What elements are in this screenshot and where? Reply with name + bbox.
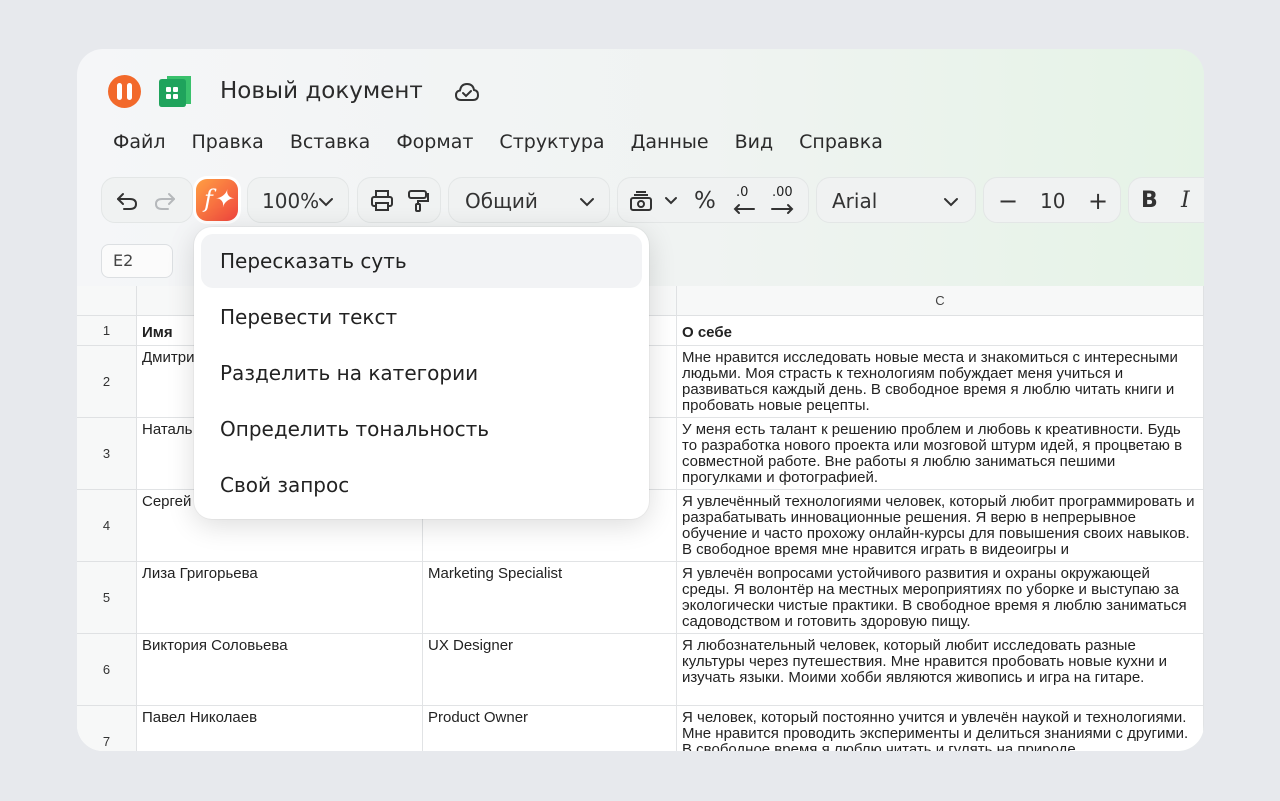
table-cell[interactable]: Павел Николаев (137, 706, 423, 751)
column-header-c[interactable]: C (677, 286, 1204, 316)
table-cell[interactable]: Я увлечён вопросами устойчивого развития… (677, 562, 1204, 634)
menu-structure[interactable]: Структура (499, 127, 604, 157)
menu-insert[interactable]: Вставка (290, 127, 371, 157)
font-size-decrease-button[interactable]: − (998, 178, 1018, 224)
font-size-value[interactable]: 10 (1040, 178, 1065, 224)
zoom-select[interactable]: 100% (247, 177, 349, 223)
menu-view[interactable]: Вид (735, 127, 774, 157)
increase-decimals-button[interactable]: .00 (770, 183, 800, 219)
row-header[interactable]: 7 (77, 706, 137, 751)
table-cell[interactable]: Я любознательный человек, который любит … (677, 634, 1204, 706)
number-tools-group: % .0 .00 (617, 177, 809, 223)
print-paint-group (357, 177, 441, 223)
menu-item-sentiment[interactable]: Определить тональность (201, 402, 642, 456)
undo-icon[interactable] (116, 191, 138, 211)
table-cell[interactable]: Product Owner (423, 706, 677, 751)
row-header[interactable]: 4 (77, 490, 137, 562)
chevron-down-icon[interactable] (664, 196, 678, 206)
ai-actions-menu: Пересказать суть Перевести текст Раздели… (194, 227, 649, 519)
menu-edit[interactable]: Правка (192, 127, 264, 157)
text-style-group: B I (1128, 177, 1204, 223)
chevron-down-icon (944, 198, 958, 207)
redo-icon[interactable] (154, 191, 176, 211)
row-header[interactable]: 3 (77, 418, 137, 490)
font-size-increase-button[interactable]: + (1088, 178, 1108, 224)
font-family-value: Arial (832, 189, 878, 213)
table-cell[interactable]: Лиза Григорьева (137, 562, 423, 634)
menu-item-custom-prompt[interactable]: Свой запрос (201, 458, 642, 512)
menu-file[interactable]: Файл (113, 127, 166, 157)
ai-sparkle-icon: f✦ (204, 185, 233, 213)
select-all-corner[interactable] (77, 286, 137, 316)
table-cell[interactable]: У меня есть талант к решению проблем и л… (677, 418, 1204, 490)
document-title[interactable]: Новый документ (220, 75, 423, 107)
paint-format-icon[interactable] (406, 189, 430, 213)
zoom-value: 100% (262, 189, 320, 213)
percent-button[interactable]: % (694, 178, 716, 224)
print-icon[interactable] (370, 189, 394, 213)
menu-item-summarize[interactable]: Пересказать суть (201, 234, 642, 288)
cell-reference-box[interactable]: E2 (101, 244, 173, 278)
menu-bar: Файл Правка Вставка Формат Структура Дан… (113, 127, 909, 157)
row-header[interactable]: 5 (77, 562, 137, 634)
currency-icon[interactable] (628, 189, 654, 213)
row-header[interactable]: 6 (77, 634, 137, 706)
italic-button[interactable]: I (1181, 178, 1190, 224)
table-cell[interactable]: Мне нравится исследовать новые места и з… (677, 346, 1204, 418)
arrow-left-icon (733, 204, 755, 214)
cloud-saved-icon[interactable] (454, 81, 480, 103)
ai-assistant-button[interactable]: f✦ (196, 179, 238, 221)
arrow-right-icon (771, 204, 794, 214)
menu-item-categorize[interactable]: Разделить на категории (201, 346, 642, 400)
yandex-logo-icon[interactable] (108, 75, 141, 108)
table-cell[interactable]: Я человек, который постоянно учится и ув… (677, 706, 1204, 751)
undo-redo-group (101, 177, 193, 223)
table-cell[interactable]: UX Designer (423, 634, 677, 706)
row-header[interactable]: 1 (77, 316, 137, 346)
table-cell[interactable]: Виктория Соловьева (137, 634, 423, 706)
row-header[interactable]: 2 (77, 346, 137, 418)
bold-button[interactable]: B (1141, 178, 1158, 224)
menu-data[interactable]: Данные (631, 127, 709, 157)
table-cell[interactable]: О себе (677, 316, 1204, 346)
decrease-decimals-button[interactable]: .0 (732, 183, 758, 219)
menu-format[interactable]: Формат (396, 127, 473, 157)
table-cell[interactable]: Я увлечённый технологиями человек, котор… (677, 490, 1204, 562)
table-cell[interactable]: Marketing Specialist (423, 562, 677, 634)
menu-help[interactable]: Справка (799, 127, 883, 157)
font-size-stepper: − 10 + (983, 177, 1121, 223)
number-format-select[interactable]: Общий (448, 177, 610, 223)
number-format-value: Общий (465, 189, 538, 213)
font-family-select[interactable]: Arial (816, 177, 976, 223)
menu-item-translate[interactable]: Перевести текст (201, 290, 642, 344)
chevron-down-icon (580, 198, 594, 207)
spreadsheet-app-icon[interactable] (157, 74, 193, 108)
chevron-down-icon (319, 198, 333, 207)
